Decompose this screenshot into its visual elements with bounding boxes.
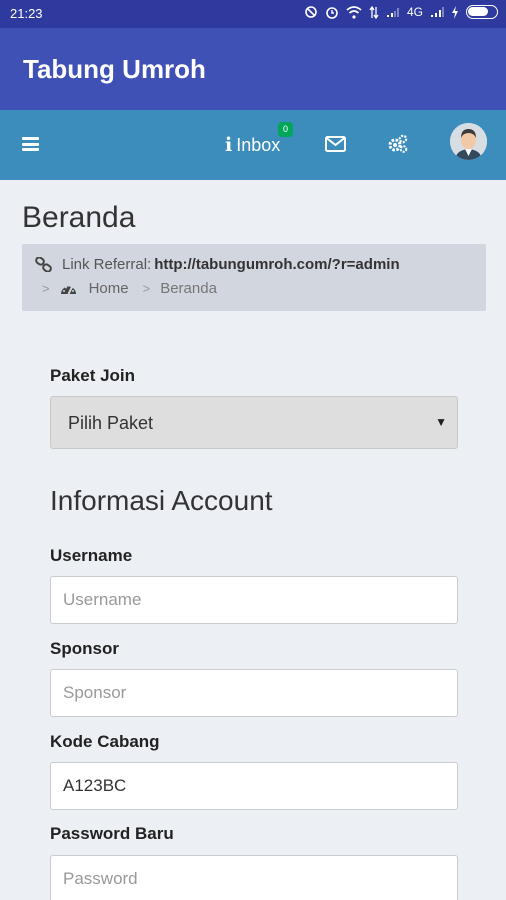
sync-icon — [305, 6, 317, 18]
data-arrows-icon — [369, 5, 379, 19]
section-title: Informasi Account — [50, 485, 273, 516]
alarm-icon — [326, 7, 338, 19]
app-title: Tabung Umroh — [23, 54, 206, 84]
breadcrumb-separator: > — [42, 281, 50, 296]
link-icon — [35, 257, 52, 272]
charging-icon — [452, 5, 458, 19]
dashboard-icon — [60, 286, 76, 295]
status-bar: 21:23 4G — [0, 0, 506, 28]
wifi-icon — [346, 5, 362, 19]
password-input[interactable]: Password — [50, 855, 458, 900]
sponsor-label: Sponsor — [50, 639, 119, 658]
signal-weak-icon — [386, 8, 399, 17]
status-icons: 4G — [304, 5, 498, 19]
status-time: 21:23 — [10, 6, 43, 21]
inbox-link[interactable]: i Inbox — [225, 134, 280, 156]
breadcrumb-home[interactable]: Home — [89, 280, 129, 297]
username-label: Username — [50, 546, 133, 565]
paket-select[interactable]: Pilih Paket ▼ — [50, 396, 458, 449]
envelope-icon[interactable] — [325, 136, 346, 152]
referral-line: Link Referral: http://tabungumroh.com/?r… — [35, 256, 400, 273]
page-title: Beranda — [22, 201, 136, 234]
battery-icon — [466, 5, 498, 19]
breadcrumb-current: Beranda — [160, 280, 217, 297]
breadcrumb-path: > Home > Beranda — [42, 280, 217, 297]
sponsor-input[interactable]: Sponsor — [50, 669, 458, 717]
referral-url[interactable]: http://tabungumroh.com/?r=admin — [154, 256, 399, 273]
avatar-face-icon — [450, 123, 487, 160]
network-type: 4G — [406, 5, 423, 19]
top-navbar: i Inbox 0 — [0, 110, 506, 180]
gears-icon[interactable] — [387, 134, 409, 154]
kode-cabang-label: Kode Cabang — [50, 732, 160, 751]
referral-label: Link Referral: — [62, 256, 152, 273]
username-input[interactable]: Username — [50, 576, 458, 624]
breadcrumb: Link Referral: http://tabungumroh.com/?r… — [22, 244, 486, 311]
inbox-label: Inbox — [236, 134, 281, 155]
info-icon: i — [225, 134, 233, 156]
app-bar: Tabung Umroh — [0, 28, 506, 110]
menu-icon[interactable] — [22, 137, 39, 151]
signal-icon — [431, 7, 444, 17]
kode-cabang-input[interactable]: A123BC — [50, 762, 458, 810]
caret-down-icon: ▼ — [435, 415, 447, 429]
breadcrumb-separator: > — [142, 281, 151, 296]
paket-join-label: Paket Join — [50, 366, 136, 385]
paket-select-value: Pilih Paket — [68, 413, 154, 433]
password-label: Password Baru — [50, 824, 174, 843]
inbox-badge: 0 — [278, 122, 293, 137]
user-avatar[interactable] — [450, 123, 487, 160]
